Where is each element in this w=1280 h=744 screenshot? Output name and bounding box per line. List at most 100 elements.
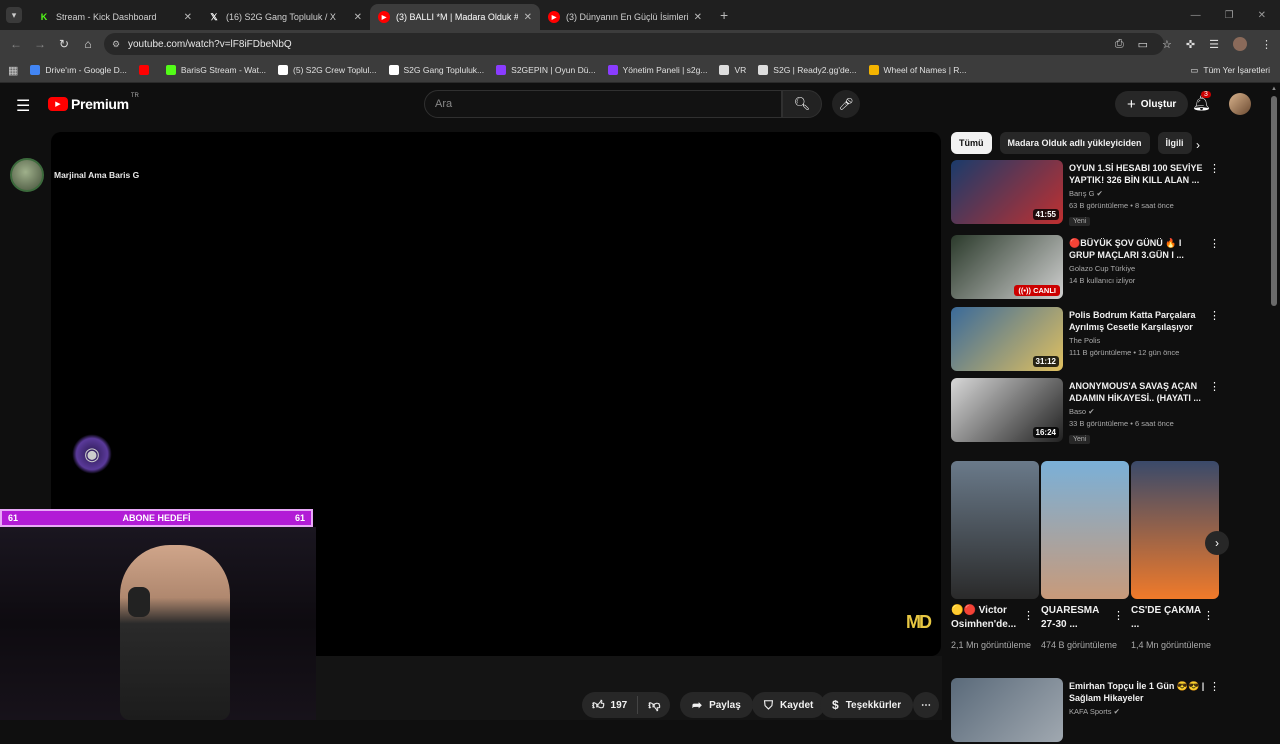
kebab-menu-icon[interactable]: ⋮ xyxy=(1023,609,1034,622)
notifications-button[interactable]: 🔔︎ 3 xyxy=(1192,91,1211,112)
cast-icon[interactable]: ▭ xyxy=(1138,38,1148,51)
bookmark-item[interactable]: S2G | Ready2.gg'de... xyxy=(758,65,857,75)
menu-icon[interactable]: ☰ xyxy=(16,96,30,116)
short-title[interactable]: CS'DE ÇAKMA ... xyxy=(1131,604,1206,632)
kebab-menu-icon[interactable]: ⋮ xyxy=(1113,609,1124,622)
channel-name[interactable]: Baso ✔ xyxy=(1069,407,1209,416)
video-thumbnail[interactable] xyxy=(951,678,1063,742)
more-actions-button[interactable]: ⋯ xyxy=(913,692,939,718)
save-button[interactable]: ⛉ Kaydet xyxy=(752,692,826,718)
video-title[interactable]: OYUN 1.Sİ HESABI 100 SEVİYE YAPTIK! 326 … xyxy=(1069,162,1209,186)
close-window-icon[interactable]: ✕ xyxy=(1258,10,1266,21)
channel-watermark[interactable]: MD xyxy=(906,612,932,633)
short-thumbnail[interactable] xyxy=(951,461,1039,599)
search-input[interactable]: Ara xyxy=(424,90,782,118)
chevron-right-icon[interactable]: › xyxy=(1196,138,1200,152)
short-item[interactable]: CS'DE ÇAKMA ... 1,4 Mn görüntüleme ⋮ xyxy=(1131,461,1219,650)
thanks-button[interactable]: $ Teşekkürler xyxy=(820,692,914,718)
back-icon[interactable]: ← xyxy=(4,37,28,51)
video-title[interactable]: 🔴BÜYÜK ŞOV GÜNÜ 🔥 I GRUP MAÇLARI 3.GÜN I… xyxy=(1069,237,1209,261)
create-button[interactable]: + Oluştur xyxy=(1115,91,1189,117)
dislike-button[interactable]: 👎︎ xyxy=(638,698,670,713)
recommendation-item[interactable]: 31:12 Polis Bodrum Katta Parçalara Ayrılm… xyxy=(951,307,1251,373)
youtube-logo[interactable]: ▶ Premium TR xyxy=(48,93,139,112)
bookmark-item[interactable]: (5) S2G Crew Toplul... xyxy=(278,65,377,75)
restore-icon[interactable]: ❐ xyxy=(1225,10,1234,21)
browser-tab[interactable]: K Stream - Kick Dashboard ✕ xyxy=(30,4,200,30)
browser-menu-icon[interactable]: ⋮ xyxy=(1261,38,1272,51)
scroll-up-icon[interactable]: ▲ xyxy=(1271,86,1277,92)
recommendation-item[interactable]: ((•)) CANLI 🔴BÜYÜK ŞOV GÜNÜ 🔥 I GRUP MAÇL… xyxy=(951,235,1251,301)
kebab-menu-icon[interactable]: ⋮ xyxy=(1209,309,1220,322)
kebab-menu-icon[interactable]: ⋮ xyxy=(1209,162,1220,175)
channel-name[interactable]: KAFA Sports ✔ xyxy=(1069,707,1209,716)
bookmark-item[interactable]: Drive'ım - Google D... xyxy=(30,65,127,75)
account-avatar[interactable] xyxy=(1229,93,1251,115)
short-title[interactable]: 🟡🔴 Victor Osimhen'de... xyxy=(951,604,1026,632)
browser-tab[interactable]: ▶ (3) BALLI *M | Madara Olduk # ✕ xyxy=(370,4,540,30)
channel-name[interactable]: Barış G ✔ xyxy=(1069,189,1209,198)
search-button[interactable]: 🔍︎ xyxy=(782,90,822,118)
bookmark-item[interactable]: VR xyxy=(719,65,746,75)
video-thumbnail[interactable]: ((•)) CANLI xyxy=(951,235,1063,299)
address-field[interactable]: ⚙ youtube.com/watch?v=lF8iFDbeNbQ xyxy=(104,33,1164,55)
video-title[interactable]: Emirhan Topçu İle 1 Gün 😎😎 | Sağlam Hika… xyxy=(1069,680,1209,704)
home-icon[interactable]: ⌂ xyxy=(76,37,100,51)
kebab-menu-icon[interactable]: ⋮ xyxy=(1209,680,1220,693)
extensions-icon[interactable]: ✜ xyxy=(1186,38,1195,51)
page-scrollbar[interactable]: ▲ xyxy=(1271,86,1277,720)
shorts-next-button[interactable]: › xyxy=(1205,531,1229,555)
reload-icon[interactable]: ↻ xyxy=(52,37,76,51)
short-title[interactable]: QUARESMA 27-30 ... xyxy=(1041,604,1116,632)
browser-tab[interactable]: 𝕏 (16) S2G Gang Topluluk / X ✕ xyxy=(200,4,370,30)
install-app-icon[interactable]: ⎙ xyxy=(1115,38,1124,51)
kebab-menu-icon[interactable]: ⋮ xyxy=(1209,237,1220,250)
filter-chip[interactable]: İlgili xyxy=(1157,132,1192,154)
apps-grid-icon[interactable]: ▦ xyxy=(8,64,18,77)
tab-close-icon[interactable]: ✕ xyxy=(524,12,532,23)
bookmark-item[interactable]: Yönetim Paneli | s2g... xyxy=(607,65,707,75)
kebab-menu-icon[interactable]: ⋮ xyxy=(1203,609,1214,622)
bookmark-item[interactable]: S2GEPIN | Oyun Dü... xyxy=(496,65,596,75)
filter-chip[interactable]: Madara Olduk adlı yükleyiciden xyxy=(999,132,1150,154)
video-thumbnail[interactable]: 41:55 xyxy=(951,160,1063,224)
tab-close-icon[interactable]: ✕ xyxy=(354,12,362,23)
profile-avatar-icon[interactable] xyxy=(1233,37,1247,51)
recommendation-item[interactable]: Emirhan Topçu İle 1 Gün 😎😎 | Sağlam Hika… xyxy=(951,678,1251,744)
site-info-icon[interactable]: ⚙ xyxy=(112,39,120,50)
video-thumbnail[interactable]: 16:24 xyxy=(951,378,1063,442)
tab-close-icon[interactable]: ✕ xyxy=(184,12,192,23)
channel-name[interactable]: Golazo Cup Türkiye xyxy=(1069,264,1209,273)
tab-search-button[interactable]: ▾ xyxy=(6,7,22,23)
short-item[interactable]: QUARESMA 27-30 ... 474 B görüntüleme ⋮ xyxy=(1041,461,1129,650)
forward-icon[interactable]: → xyxy=(28,37,52,51)
minimize-icon[interactable]: — xyxy=(1191,10,1201,21)
filter-chip[interactable]: Tümü xyxy=(951,132,992,154)
bookmark-item[interactable]: BarisG Stream - Wat... xyxy=(165,65,266,75)
bookmark-star-icon[interactable]: ☆ xyxy=(1162,38,1172,51)
kebab-menu-icon[interactable]: ⋮ xyxy=(1209,380,1220,393)
short-thumbnail[interactable] xyxy=(1041,461,1129,599)
short-thumbnail[interactable] xyxy=(1131,461,1219,599)
overlay-channel-name[interactable]: Marjinal Ama Baris G xyxy=(54,170,139,180)
voice-search-button[interactable]: 🎤︎ xyxy=(832,90,860,118)
overlay-channel-avatar[interactable] xyxy=(10,158,44,192)
recommendation-item[interactable]: 41:55 OYUN 1.Sİ HESABI 100 SEVİYE YAPTIK!… xyxy=(951,160,1251,226)
video-thumbnail[interactable]: 31:12 xyxy=(951,307,1063,371)
all-bookmarks-button[interactable]: ▭ Tüm Yer İşaretleri xyxy=(1190,65,1270,76)
video-title[interactable]: Polis Bodrum Katta Parçalara Ayrılmış Ce… xyxy=(1069,309,1209,333)
tab-groups-icon[interactable]: ☰ xyxy=(1209,38,1219,51)
bookmark-item[interactable]: Wheel of Names | R... xyxy=(868,65,967,75)
channel-name[interactable]: The Polis xyxy=(1069,336,1209,345)
recommendation-item[interactable]: 16:24 ANONYMOUS'A SAVAŞ AÇAN ADAMIN HİKAY… xyxy=(951,378,1251,444)
bookmark-item[interactable] xyxy=(138,65,154,75)
like-button[interactable]: 👍︎ 197 xyxy=(582,696,639,714)
video-title[interactable]: ANONYMOUS'A SAVAŞ AÇAN ADAMIN HİKAYESİ..… xyxy=(1069,380,1209,404)
scrollbar-thumb[interactable] xyxy=(1271,96,1277,306)
share-button[interactable]: ➦ Paylaş xyxy=(680,692,753,718)
tab-close-icon[interactable]: ✕ xyxy=(694,12,702,23)
new-tab-button[interactable]: + xyxy=(720,7,728,23)
short-item[interactable]: 🟡🔴 Victor Osimhen'de... 2,1 Mn görüntülem… xyxy=(951,461,1039,650)
bookmark-item[interactable]: S2G Gang Topluluk... xyxy=(388,65,484,75)
browser-tab[interactable]: ▶ (3) Dünyanın En Güçlü İsimleri ✕ xyxy=(540,4,710,30)
